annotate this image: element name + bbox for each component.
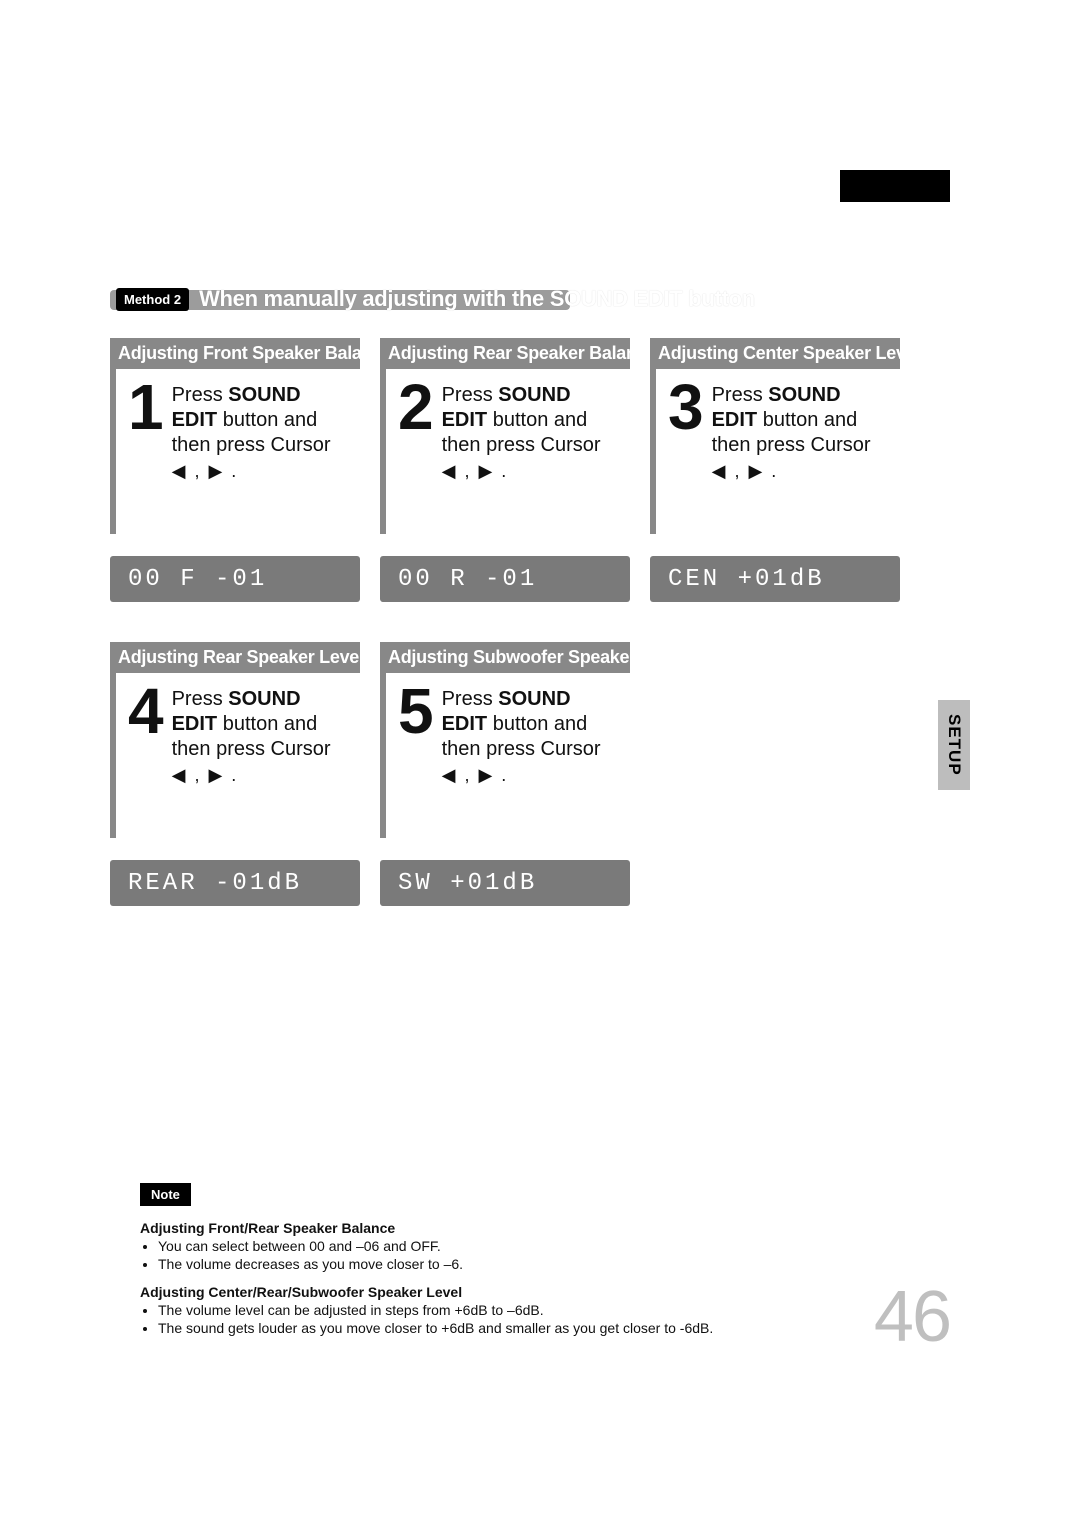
manual-page: Method 2 When manually adjusting with th… <box>0 0 1080 1528</box>
step-instruction: Press SOUND EDIT button and then press C… <box>442 379 601 483</box>
txt: then press Cursor <box>172 738 331 760</box>
method-title: When manually adjusting with the SOUND E… <box>199 286 755 312</box>
txt-bold: SOUND <box>498 384 570 406</box>
txt: button and <box>217 713 317 735</box>
step-heading: Adjusting Rear Speaker Level <box>110 642 360 673</box>
step-heading: Adjusting Rear Speaker Balance <box>380 338 630 369</box>
step-4: Adjusting Rear Speaker Level 4 Press SOU… <box>110 642 360 906</box>
note-item: The volume decreases as you move closer … <box>158 1256 940 1272</box>
step-body: 1 Press SOUND EDIT button and then press… <box>110 369 360 534</box>
txt-bold: EDIT <box>442 713 488 735</box>
note-list-1: You can select between 00 and –06 and OF… <box>140 1238 940 1272</box>
txt-bold: SOUND <box>228 384 300 406</box>
step-5: Adjusting Subwoofer Speaker Level 5 Pres… <box>380 642 630 906</box>
method-header: Method 2 When manually adjusting with th… <box>110 280 950 320</box>
txt: Press <box>442 688 499 710</box>
step-body: 4 Press SOUND EDIT button and then press… <box>110 673 360 838</box>
lcd-display: 00 F -01 <box>110 556 360 602</box>
note-item: The sound gets louder as you move closer… <box>158 1320 940 1336</box>
page-content: Method 2 When manually adjusting with th… <box>110 280 950 906</box>
step-2: Adjusting Rear Speaker Balance 2 Press S… <box>380 338 630 602</box>
step-number: 4 <box>128 683 162 741</box>
step-heading: Adjusting Center Speaker Level <box>650 338 900 369</box>
step-body: 5 Press SOUND EDIT button and then press… <box>380 673 630 838</box>
side-tab-setup: SETUP <box>938 700 970 790</box>
cursor-arrows-icon: ◀ , ▶ . <box>172 460 331 483</box>
section-marker <box>840 170 950 202</box>
txt-bold: EDIT <box>172 713 218 735</box>
cursor-arrows-icon: ◀ , ▶ . <box>442 764 601 787</box>
step-instruction: Press SOUND EDIT button and then press C… <box>172 683 331 787</box>
lcd-display: CEN +01dB <box>650 556 900 602</box>
step-number: 5 <box>398 683 432 741</box>
step-number: 1 <box>128 379 162 437</box>
txt: button and <box>487 713 587 735</box>
step-heading: Adjusting Subwoofer Speaker Level <box>380 642 630 673</box>
notes-block: Note Adjusting Front/Rear Speaker Balanc… <box>140 1183 940 1348</box>
txt: button and <box>217 409 317 431</box>
txt: then press Cursor <box>442 738 601 760</box>
txt-bold: EDIT <box>712 409 758 431</box>
note-item: The volume level can be adjusted in step… <box>158 1302 940 1318</box>
txt: Press <box>172 688 229 710</box>
step-instruction: Press SOUND EDIT button and then press C… <box>442 683 601 787</box>
txt-bold: SOUND <box>228 688 300 710</box>
lcd-display: 00 R -01 <box>380 556 630 602</box>
txt: then press Cursor <box>442 434 601 456</box>
lcd-display: SW +01dB <box>380 860 630 906</box>
step-1: Adjusting Front Speaker Balance 1 Press … <box>110 338 360 602</box>
txt: button and <box>487 409 587 431</box>
note-heading-2: Adjusting Center/Rear/Subwoofer Speaker … <box>140 1284 940 1300</box>
cursor-arrows-icon: ◀ , ▶ . <box>712 460 871 483</box>
note-list-2: The volume level can be adjusted in step… <box>140 1302 940 1336</box>
step-number: 3 <box>668 379 702 437</box>
txt: button and <box>757 409 857 431</box>
txt-bold: SOUND <box>498 688 570 710</box>
lcd-display: REAR -01dB <box>110 860 360 906</box>
note-item: You can select between 00 and –06 and OF… <box>158 1238 940 1254</box>
note-heading-1: Adjusting Front/Rear Speaker Balance <box>140 1220 940 1236</box>
step-heading: Adjusting Front Speaker Balance <box>110 338 360 369</box>
step-3: Adjusting Center Speaker Level 3 Press S… <box>650 338 900 602</box>
txt: then press Cursor <box>712 434 871 456</box>
txt-bold: SOUND <box>768 384 840 406</box>
page-number: 46 <box>874 1276 950 1358</box>
method-pill: Method 2 <box>116 288 189 311</box>
step-instruction: Press SOUND EDIT button and then press C… <box>712 379 871 483</box>
txt: Press <box>172 384 229 406</box>
cursor-arrows-icon: ◀ , ▶ . <box>172 764 331 787</box>
cursor-arrows-icon: ◀ , ▶ . <box>442 460 601 483</box>
txt-bold: EDIT <box>442 409 488 431</box>
txt: Press <box>442 384 499 406</box>
step-instruction: Press SOUND EDIT button and then press C… <box>172 379 331 483</box>
steps-grid: Adjusting Front Speaker Balance 1 Press … <box>110 338 950 906</box>
step-number: 2 <box>398 379 432 437</box>
txt-bold: EDIT <box>172 409 218 431</box>
step-body: 3 Press SOUND EDIT button and then press… <box>650 369 900 534</box>
note-pill: Note <box>140 1183 191 1206</box>
txt: Press <box>712 384 769 406</box>
txt: then press Cursor <box>172 434 331 456</box>
step-body: 2 Press SOUND EDIT button and then press… <box>380 369 630 534</box>
